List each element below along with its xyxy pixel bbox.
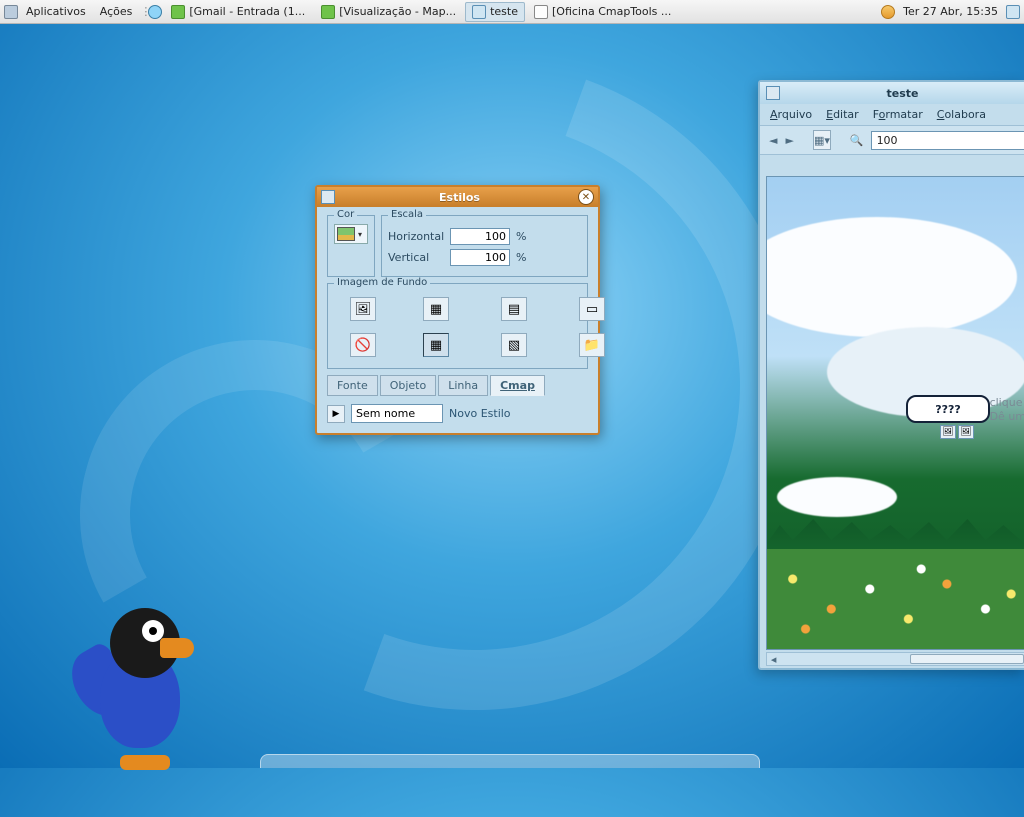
percent-unit: % xyxy=(516,230,526,243)
cor-fieldset: Cor ▾ xyxy=(327,215,375,277)
menu-arquivo[interactable]: Arquivo xyxy=(770,108,812,121)
estilos-window-icon xyxy=(321,190,335,204)
fundo-fieldset: Imagem de Fundo 🖼 ▦ ▤ ▭ 🚫 ▦ ▧ 📁 xyxy=(327,283,588,369)
canvas-hint: cliqueDê um xyxy=(990,396,1024,424)
applications-icon xyxy=(4,5,18,19)
vertical-label: Vertical xyxy=(388,251,444,264)
estilos-title: Estilos xyxy=(341,191,578,204)
tab-cmap[interactable]: Cmap xyxy=(490,375,545,396)
menu-editar[interactable]: Editar xyxy=(826,108,859,121)
horizontal-scrollbar[interactable]: ◂ xyxy=(766,652,1024,666)
cloud-decoration xyxy=(766,217,1017,337)
scroll-thumb[interactable] xyxy=(910,654,1024,664)
remove-image-button[interactable]: 🚫 xyxy=(350,333,376,357)
taskbar-label: [Oficina CmapTools ... xyxy=(552,5,671,18)
separator: ⋮ xyxy=(140,5,146,18)
vertical-input[interactable] xyxy=(450,249,510,266)
expand-styles-button[interactable]: ▶ xyxy=(327,405,345,423)
menu-colaborar[interactable]: Colabora xyxy=(937,108,986,121)
estilos-dialog: Estilos ✕ Cor ▾ Escala Horizontal % Vert… xyxy=(315,185,600,435)
tile-repeat-button[interactable]: ▦ xyxy=(423,333,449,357)
add-image-button[interactable]: 🖼 xyxy=(350,297,376,321)
cloud-decoration xyxy=(777,477,897,517)
color-swatch-icon xyxy=(337,227,355,241)
tray-cmap-icon[interactable] xyxy=(1006,5,1020,19)
teste-toolbar: ◄ ► ▦▾ 🔍 xyxy=(760,125,1024,155)
color-picker-button[interactable]: ▾ xyxy=(334,224,368,244)
percent-unit: % xyxy=(516,251,526,264)
home-icon[interactable] xyxy=(148,5,162,19)
taskbar-label: teste xyxy=(490,5,518,18)
style-name-input[interactable] xyxy=(351,404,443,423)
scroll-left-icon[interactable]: ◂ xyxy=(767,653,780,666)
clock-icon xyxy=(881,5,895,19)
select-area-button[interactable]: ▭ xyxy=(579,297,605,321)
style-tabs: Fonte Objeto Linha Cmap xyxy=(327,375,588,396)
concept-node[interactable]: ???? xyxy=(906,395,990,423)
zoom-input[interactable] xyxy=(871,131,1024,150)
folder-button[interactable]: 📁 xyxy=(579,333,605,357)
document-icon xyxy=(534,5,548,19)
actions-menu[interactable]: Ações xyxy=(94,3,139,20)
taskbar-label: [Visualização - Map... xyxy=(339,5,456,18)
bottom-dock[interactable] xyxy=(260,754,760,768)
novo-estilo-link[interactable]: Novo Estilo xyxy=(449,407,511,420)
tile-center-button[interactable]: ▦ xyxy=(423,297,449,321)
close-icon[interactable]: ✕ xyxy=(578,189,594,205)
cmap-canvas[interactable]: ???? 🖼 🖼 cliqueDê um xyxy=(766,176,1024,650)
fundo-legend: Imagem de Fundo xyxy=(334,277,430,288)
escala-fieldset: Escala Horizontal % Vertical % xyxy=(381,215,588,277)
teste-menubar: Arquivo Editar Formatar Colabora xyxy=(760,104,1024,125)
tile-grid-button[interactable]: ▤ xyxy=(501,297,527,321)
teste-title: teste xyxy=(786,87,1019,100)
taskbar-item-teste[interactable]: teste xyxy=(465,2,525,22)
menu-formatar[interactable]: Formatar xyxy=(873,108,923,121)
tab-objeto[interactable]: Objeto xyxy=(380,375,437,396)
cor-legend: Cor xyxy=(334,209,357,220)
estilos-titlebar[interactable]: Estilos ✕ xyxy=(317,187,598,207)
cmap-icon xyxy=(472,5,486,19)
tab-fonte[interactable]: Fonte xyxy=(327,375,378,396)
flowers-decoration xyxy=(767,549,1024,649)
horizontal-input[interactable] xyxy=(450,228,510,245)
firefox-icon xyxy=(321,5,335,19)
teste-window: teste Arquivo Editar Formatar Colabora ◄… xyxy=(758,80,1024,670)
node-image-icon[interactable]: 🖼 xyxy=(940,425,956,439)
crop-button[interactable]: ▧ xyxy=(501,333,527,357)
teste-titlebar[interactable]: teste xyxy=(760,82,1024,104)
clock-text[interactable]: Ter 27 Abr, 15:35 xyxy=(897,3,1004,20)
back-button[interactable]: ◄ xyxy=(768,130,778,150)
applications-menu[interactable]: Aplicativos xyxy=(20,3,92,20)
top-panel: Aplicativos Ações ⋮ [Gmail - Entrada (1.… xyxy=(0,0,1024,24)
node-link-icon[interactable]: 🖼 xyxy=(958,425,974,439)
escala-legend: Escala xyxy=(388,209,426,220)
teste-window-icon xyxy=(766,86,780,100)
tab-linha[interactable]: Linha xyxy=(438,375,488,396)
forward-button[interactable]: ► xyxy=(784,130,794,150)
taskbar-item-oficina[interactable]: [Oficina CmapTools ... xyxy=(527,2,678,22)
dropdown-arrow-icon: ▾ xyxy=(358,230,362,239)
firefox-icon xyxy=(171,5,185,19)
zoom-button[interactable]: 🔍 xyxy=(849,130,865,150)
taskbar-item-visualizacao[interactable]: [Visualização - Map... xyxy=(314,2,463,22)
taskbar-label: [Gmail - Entrada (1... xyxy=(189,5,305,18)
desktop-mascot xyxy=(80,588,210,768)
view-options-button[interactable]: ▦▾ xyxy=(813,130,831,150)
horizontal-label: Horizontal xyxy=(388,230,444,243)
taskbar-item-gmail[interactable]: [Gmail - Entrada (1... xyxy=(164,2,312,22)
